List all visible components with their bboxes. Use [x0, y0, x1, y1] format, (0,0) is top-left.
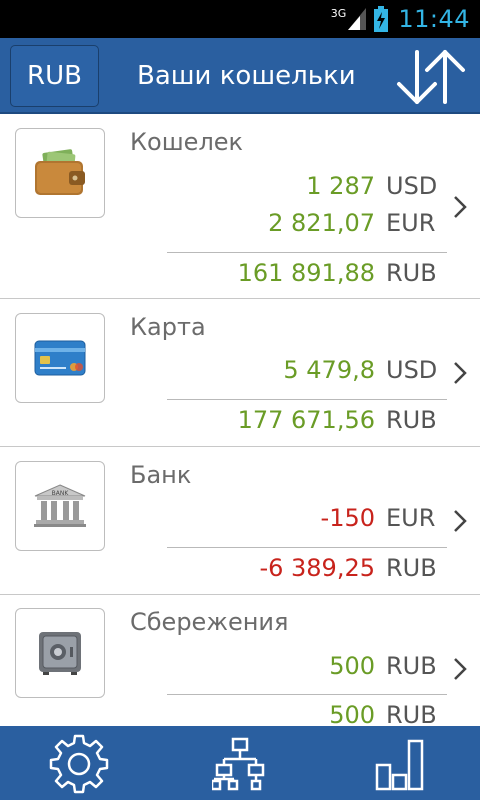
balance-currency: EUR: [386, 209, 436, 237]
total-amount: -6 389,25: [259, 554, 375, 582]
balance-row: 500 RUB: [329, 652, 437, 680]
credit-card-icon: [34, 340, 86, 376]
statistics-button[interactable]: [369, 732, 433, 796]
balance-currency: USD: [386, 172, 438, 200]
chevron-right-icon: [454, 510, 467, 532]
balance-row: 1 287 USD: [306, 172, 437, 200]
divider: [167, 399, 447, 400]
settings-button[interactable]: [47, 732, 111, 796]
balance-row: 5 479,8 USD: [283, 356, 437, 384]
battery-charging-icon: [374, 6, 389, 32]
total-row: 177 671,56 RUB: [238, 406, 437, 434]
divider: [167, 252, 447, 253]
total-currency: RUB: [386, 701, 437, 726]
total-row: 500 RUB: [329, 701, 437, 726]
currency-button[interactable]: RUB: [10, 45, 99, 107]
structure-button[interactable]: [208, 732, 272, 796]
wallet-name: Сбережения: [130, 608, 289, 636]
total-currency: RUB: [386, 406, 437, 434]
divider: [167, 694, 447, 695]
total-amount: 161 891,88: [237, 259, 375, 287]
balance-amount: 5 479,8: [283, 356, 375, 384]
wallet-name: Кошелек: [130, 128, 244, 156]
wallet-list: Кошелек 1 287 USD 2 821,07 EUR 161 891,8…: [0, 116, 480, 726]
wallet-icon: [35, 149, 85, 195]
total-amount: 177 671,56: [237, 406, 375, 434]
wallet-thumb: [15, 128, 105, 218]
balance-amount: -150: [320, 504, 375, 532]
balance-row: -150 EUR: [321, 504, 437, 532]
clock: 11:44: [398, 5, 470, 33]
total-row: 161 891,88 RUB: [238, 259, 437, 287]
total-amount: 500: [329, 701, 375, 726]
wallet-item-koshelek[interactable]: Кошелек 1 287 USD 2 821,07 EUR 161 891,8…: [0, 116, 480, 299]
balance-amount: 1 287: [306, 172, 375, 200]
hierarchy-icon: [212, 737, 265, 791]
wallet-item-karta[interactable]: Карта 5 479,8 USD 177 671,56 RUB: [0, 299, 480, 447]
bank-icon-label: BANK: [52, 490, 70, 497]
network-type: 3G: [330, 6, 347, 20]
balance-row: 2 821,07 EUR: [268, 209, 437, 237]
chevron-right-icon: [454, 196, 467, 218]
wallet-thumb: [15, 608, 105, 698]
sort-arrows-icon[interactable]: [393, 48, 469, 106]
total-row: -6 389,25 RUB: [259, 554, 437, 582]
total-currency: RUB: [386, 259, 437, 287]
balance-currency: USD: [386, 356, 438, 384]
page-title: Ваши кошельки: [137, 61, 356, 91]
bottom-toolbar: [0, 726, 480, 800]
bar-chart-icon: [375, 739, 424, 791]
wallet-item-sberezheniya[interactable]: Сбережения 500 RUB 500 RUB: [0, 595, 480, 726]
signal-icon: [348, 8, 367, 30]
status-bar: 3G 11:44: [0, 0, 480, 38]
settings-gear-icon: [49, 734, 109, 794]
safe-icon: [39, 632, 81, 675]
chevron-right-icon: [454, 362, 467, 384]
divider: [167, 547, 447, 548]
balance-currency: EUR: [386, 504, 436, 532]
wallet-name: Банк: [130, 461, 192, 489]
bank-building-icon: BANK: [34, 484, 86, 527]
wallet-item-bank[interactable]: BANK Банк -150 EUR -6 389,25 RUB: [0, 447, 480, 595]
balance-amount: 500: [329, 652, 375, 680]
wallet-name: Карта: [130, 313, 206, 341]
balance-currency: RUB: [386, 652, 437, 680]
app-header: RUB Ваши кошельки: [0, 38, 480, 114]
chevron-right-icon: [454, 658, 467, 680]
wallet-thumb: [15, 313, 105, 403]
wallet-thumb: BANK: [15, 461, 105, 551]
balance-amount: 2 821,07: [268, 209, 375, 237]
total-currency: RUB: [386, 554, 437, 582]
